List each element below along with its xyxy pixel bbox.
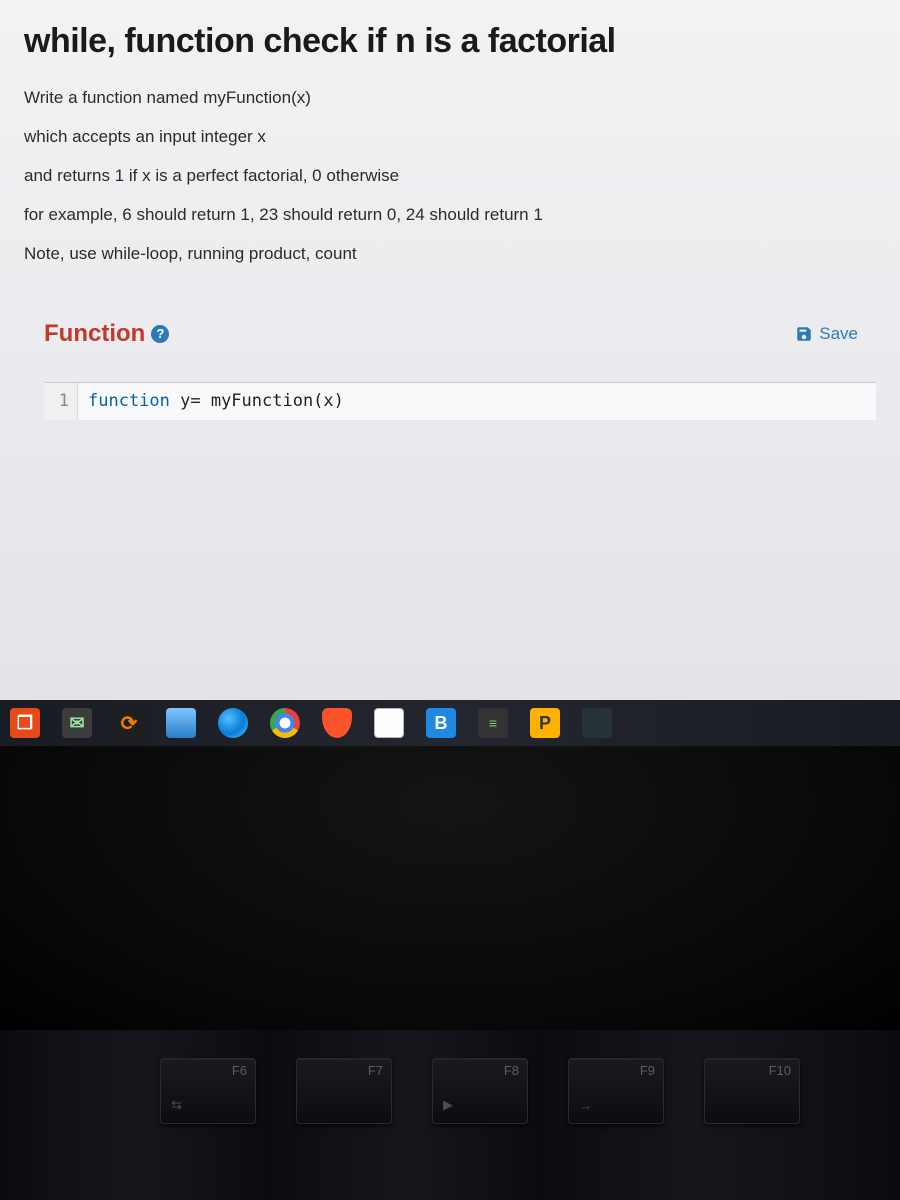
keyword-function: function xyxy=(88,391,170,411)
page-title: while, function check if n is a factoria… xyxy=(24,22,876,61)
desc-line: and returns 1 if x is a perfect factoria… xyxy=(24,165,876,188)
physical-keyboard: F6⇆ F7 F8▶ F9→ F10 xyxy=(0,1030,900,1200)
wechat-icon[interactable]: ✉ xyxy=(62,708,92,738)
desc-line: Write a function named myFunction(x) xyxy=(24,87,876,110)
desc-line: Note, use while-loop, running product, c… xyxy=(24,243,876,266)
help-icon[interactable]: ? xyxy=(151,325,169,343)
calculator-icon[interactable]: ≡ xyxy=(478,708,508,738)
key-f8: F8▶ xyxy=(432,1058,528,1124)
code-line[interactable]: function y= myFunction(x) xyxy=(78,383,354,421)
monitor-bezel xyxy=(0,746,900,1030)
key-f7: F7 xyxy=(296,1058,392,1124)
save-icon xyxy=(795,325,813,343)
page-content: while, function check if n is a factoria… xyxy=(0,0,900,700)
code-editor[interactable]: 1 function y= myFunction(x) xyxy=(44,382,876,421)
key-f10: F10 xyxy=(704,1058,800,1124)
chrome-icon[interactable] xyxy=(270,708,300,738)
file-explorer-icon[interactable] xyxy=(166,708,196,738)
save-button-label: Save xyxy=(819,324,858,344)
line-number: 1 xyxy=(59,391,69,411)
desc-line: for example, 6 should return 1, 23 shoul… xyxy=(24,204,876,227)
app-p-icon[interactable]: P xyxy=(530,708,560,738)
function-label-text: Function xyxy=(44,320,145,348)
problem-description: Write a function named myFunction(x) whi… xyxy=(24,87,876,282)
save-button[interactable]: Save xyxy=(795,324,858,344)
edge-icon[interactable] xyxy=(218,708,248,738)
brave-icon[interactable] xyxy=(322,708,352,738)
office-icon[interactable]: ❐ xyxy=(10,708,40,738)
line-gutter: 1 xyxy=(44,383,78,421)
function-section-header: Function ? Save xyxy=(24,320,876,348)
windows-taskbar[interactable]: ❐ ✉ ⟳ B ≡ P xyxy=(0,700,900,746)
reload-icon[interactable]: ⟳ xyxy=(114,708,144,738)
function-label: Function ? xyxy=(44,320,169,348)
desc-line: which accepts an input integer x xyxy=(24,126,876,149)
code-rest: y= myFunction(x) xyxy=(170,391,344,411)
screens-icon[interactable] xyxy=(582,708,612,738)
app-b-icon[interactable]: B xyxy=(426,708,456,738)
key-f6: F6⇆ xyxy=(160,1058,256,1124)
document-icon[interactable] xyxy=(374,708,404,738)
key-f9: F9→ xyxy=(568,1058,664,1124)
